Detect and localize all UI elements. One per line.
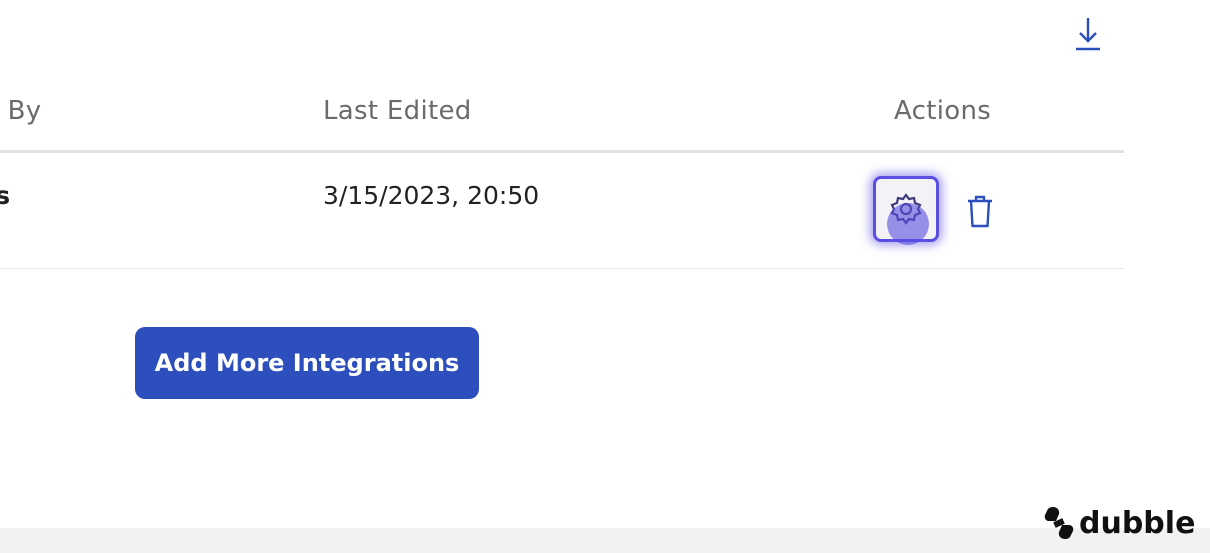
- row-divider: [0, 268, 1124, 269]
- download-icon: [1076, 18, 1100, 51]
- add-more-integrations-button[interactable]: Add More Integrations: [135, 327, 479, 399]
- last-edited-cell: 3/15/2023, 20:50: [323, 181, 540, 210]
- table-header: ed By Last Edited Actions: [0, 80, 1124, 150]
- footer-bar: [0, 528, 1210, 553]
- dubble-branding: dubble: [1043, 505, 1195, 541]
- column-header-created-by: ed By: [0, 96, 42, 126]
- created-by-cell: ras: [0, 181, 11, 210]
- column-header-actions: Actions: [894, 96, 992, 126]
- download-button[interactable]: [1070, 14, 1106, 54]
- delete-button[interactable]: [960, 191, 1000, 231]
- gear-icon: [890, 193, 922, 225]
- column-header-last-edited: Last Edited: [323, 96, 472, 126]
- settings-button[interactable]: [873, 176, 939, 245]
- dubble-logo-icon: [1044, 507, 1074, 539]
- table-row: ras 3/15/2023, 20:50: [0, 153, 1124, 268]
- brand-name: dubble: [1079, 505, 1196, 541]
- trash-icon: [968, 195, 992, 228]
